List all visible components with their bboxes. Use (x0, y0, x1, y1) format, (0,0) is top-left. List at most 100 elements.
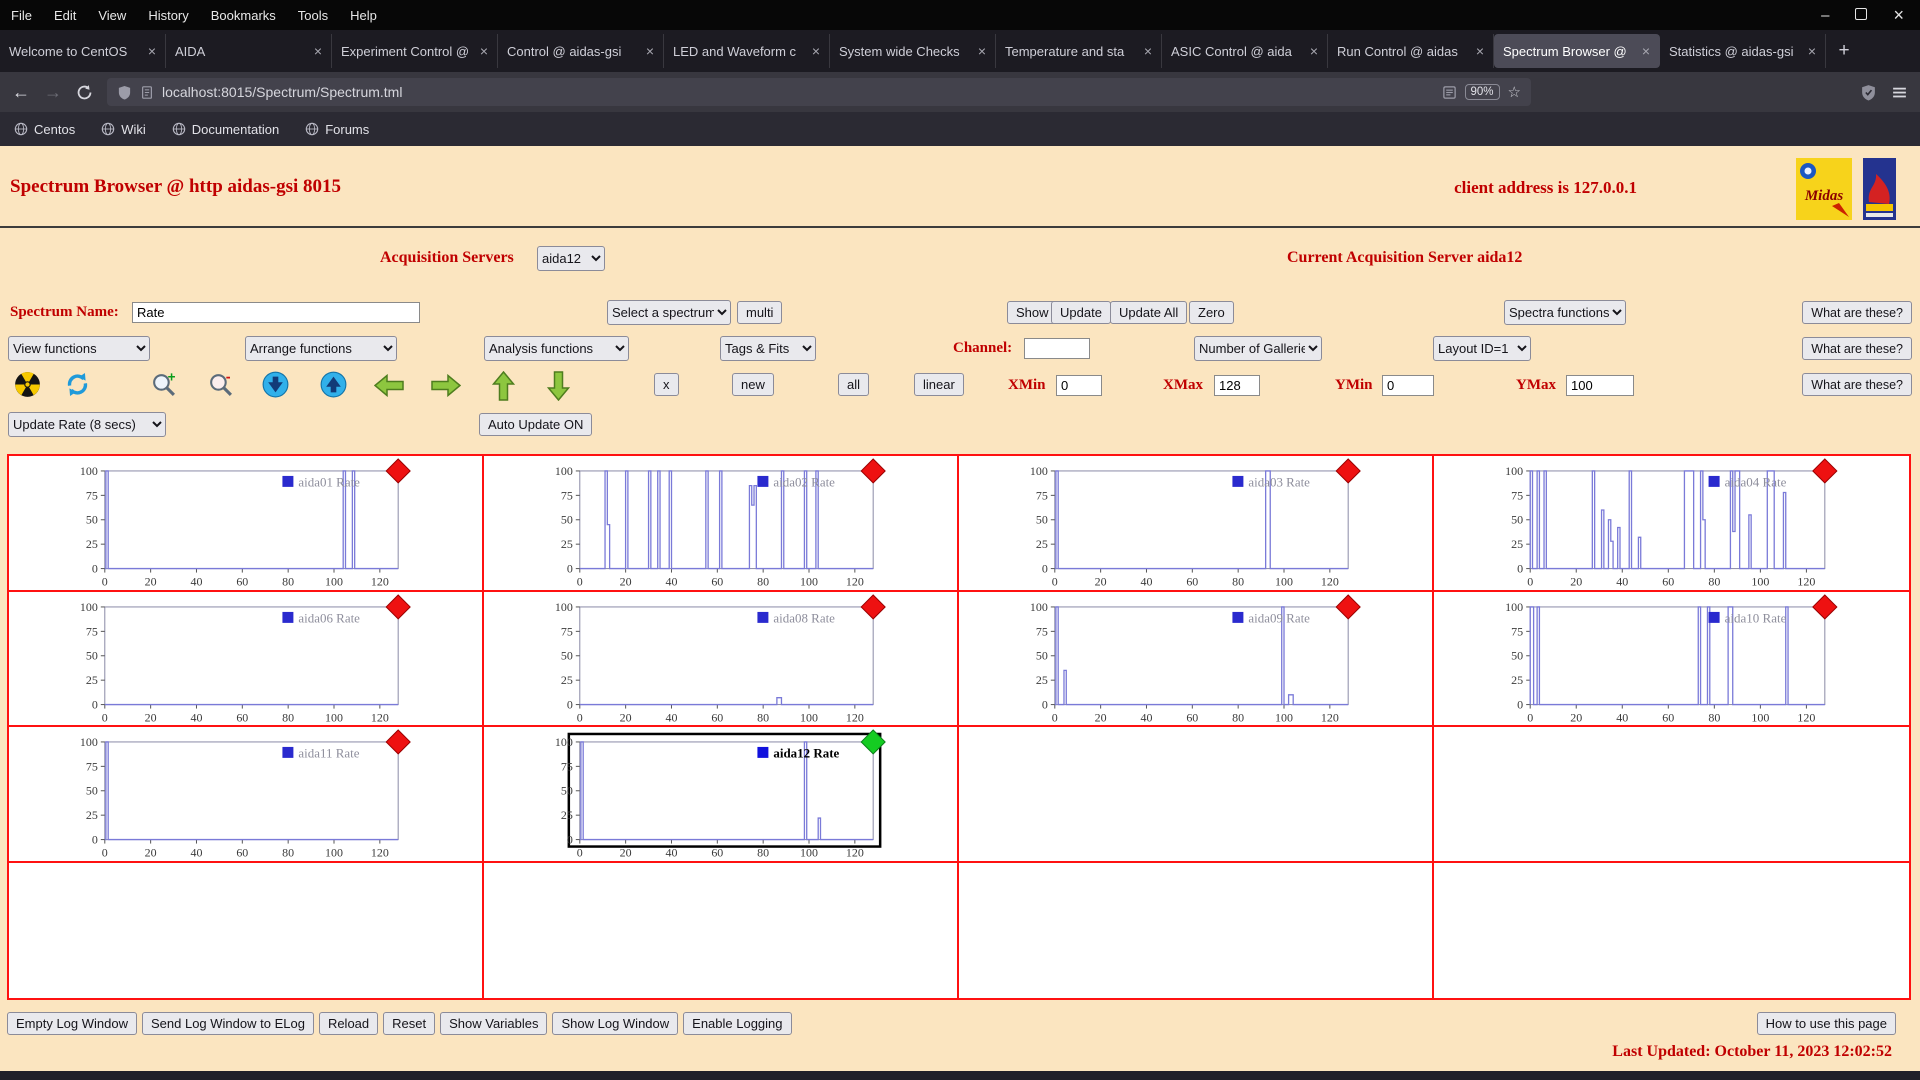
arrow-up-icon[interactable] (491, 370, 516, 401)
maximize-button[interactable] (1855, 7, 1868, 23)
scale-up-icon[interactable] (320, 371, 347, 398)
gallery-cell-aida08-rate[interactable]: 0 25 50 75 100 0 20 40 60 80 100 120 aida08 Rate (484, 591, 959, 727)
back-button[interactable]: ← (12, 83, 30, 101)
spectrum-chart[interactable]: 0 25 50 75 100 0 20 40 60 80 100 120 aida12 Rate (484, 727, 957, 861)
tab-control-aidas-gsi[interactable]: Control @ aidas-gsi × (498, 34, 664, 68)
zero-button[interactable]: Zero (1189, 301, 1234, 324)
site-info-icon[interactable] (140, 85, 154, 100)
gallery-cell-aida03-rate[interactable]: 0 25 50 75 100 0 20 40 60 80 100 120 aida03 Rate (959, 456, 1434, 592)
ymin-input[interactable] (1382, 375, 1434, 396)
channel-input[interactable] (1024, 338, 1090, 359)
menu-hamburger-icon[interactable] (1891, 84, 1908, 101)
send-log-window-to-elog-button[interactable]: Send Log Window to ELog (142, 1012, 314, 1035)
arrow-down-icon[interactable] (546, 371, 571, 402)
radiation-icon[interactable] (14, 371, 41, 398)
arrow-right-icon[interactable] (431, 373, 462, 398)
gallery-cell-aida10-rate[interactable]: 0 25 50 75 100 0 20 40 60 80 100 120 aida10 Rate (1434, 591, 1909, 727)
new-tab-button[interactable]: + (1826, 40, 1862, 62)
refresh-icon[interactable] (64, 371, 91, 398)
bookmark-documentation[interactable]: Documentation (172, 122, 279, 137)
tab-close-icon[interactable]: × (1476, 43, 1484, 59)
xmax-input[interactable] (1214, 375, 1260, 396)
all-button[interactable]: all (838, 373, 870, 396)
tab-led-and-waveform-c[interactable]: LED and Waveform c × (664, 34, 830, 68)
x-button[interactable]: x (654, 373, 679, 396)
acquisition-server-select[interactable]: aida12 (537, 246, 605, 271)
gallery-cell-aida01-rate[interactable]: 0 25 50 75 100 0 20 40 60 80 100 120 aida01 Rate (9, 456, 484, 592)
multi-button[interactable]: multi (737, 301, 783, 324)
auto-update-button[interactable]: Auto Update ON (479, 413, 593, 436)
xmin-input[interactable] (1056, 375, 1102, 396)
menu-view[interactable]: View (87, 8, 137, 23)
empty-log-window-button[interactable]: Empty Log Window (7, 1012, 137, 1035)
tracking-protection-icon[interactable] (117, 85, 132, 100)
gallery-cell-aida12-rate[interactable]: 0 25 50 75 100 0 20 40 60 80 100 120 aida12 Rate (484, 727, 959, 863)
forward-button[interactable]: → (44, 83, 62, 101)
gallery-cell-aida02-rate[interactable]: 0 25 50 75 100 0 20 40 60 80 100 120 aida02 Rate (484, 456, 959, 592)
view-functions-dropdown[interactable]: View functions (8, 336, 150, 361)
bookmark-wiki[interactable]: Wiki (101, 122, 146, 137)
tab-close-icon[interactable]: × (812, 43, 820, 59)
update-all-button[interactable]: Update All (1110, 301, 1188, 324)
tab-temperature-and-sta[interactable]: Temperature and sta × (996, 34, 1162, 68)
select-spectrum-dropdown[interactable]: Select a spectrum (607, 300, 731, 325)
layout-id-dropdown[interactable]: Layout ID=1 (1433, 336, 1531, 361)
arrange-functions-dropdown[interactable]: Arrange functions (245, 336, 397, 361)
spectrum-chart[interactable]: 0 25 50 75 100 0 20 40 60 80 100 120 aida01 Rate (9, 456, 482, 590)
zoom-indicator[interactable]: 90% (1464, 84, 1500, 100)
linear-button[interactable]: linear (914, 373, 964, 396)
scale-down-icon[interactable] (262, 371, 289, 398)
tab-asic-control-aida[interactable]: ASIC Control @ aida × (1162, 34, 1328, 68)
spectrum-chart[interactable]: 0 25 50 75 100 0 20 40 60 80 100 120 aida04 Rate (1434, 456, 1909, 590)
gallery-cell-aida11-rate[interactable]: 0 25 50 75 100 0 20 40 60 80 100 120 aida11 Rate (9, 727, 484, 863)
menu-file[interactable]: File (0, 8, 43, 23)
tab-statistics-aidas-gsi[interactable]: Statistics @ aidas-gsi × (1660, 34, 1826, 68)
what-are-these-button-1[interactable]: What are these? (1802, 301, 1912, 324)
bookmark-forums[interactable]: Forums (305, 122, 369, 137)
what-are-these-button-3[interactable]: What are these? (1802, 373, 1912, 396)
menu-history[interactable]: History (137, 8, 199, 23)
tab-close-icon[interactable]: × (480, 43, 488, 59)
tab-close-icon[interactable]: × (314, 43, 322, 59)
number-of-galleries-dropdown[interactable]: Number of Galleries (1194, 336, 1322, 361)
spectrum-chart[interactable]: 0 25 50 75 100 0 20 40 60 80 100 120 aida10 Rate (1434, 592, 1909, 726)
zoom-out-icon[interactable]: - (207, 369, 234, 398)
update-button[interactable]: Update (1051, 301, 1111, 324)
spectrum-chart[interactable]: 0 25 50 75 100 0 20 40 60 80 100 120 aida08 Rate (484, 592, 957, 726)
menu-bookmarks[interactable]: Bookmarks (200, 8, 287, 23)
spectrum-chart[interactable]: 0 25 50 75 100 0 20 40 60 80 100 120 aida06 Rate (9, 592, 482, 726)
tab-system-wide-checks[interactable]: System wide Checks × (830, 34, 996, 68)
url-text[interactable]: localhost:8015/Spectrum/Spectrum.tml (162, 84, 1434, 100)
minimize-button[interactable]: – (1821, 8, 1829, 23)
tab-close-icon[interactable]: × (1144, 43, 1152, 59)
tab-aida[interactable]: AIDA × (166, 34, 332, 68)
analysis-functions-dropdown[interactable]: Analysis functions (484, 336, 629, 361)
enable-logging-button[interactable]: Enable Logging (683, 1012, 792, 1035)
tab-welcome-to-centos[interactable]: Welcome to CentOS × (0, 34, 166, 68)
spectrum-name-input[interactable] (132, 302, 420, 323)
tab-close-icon[interactable]: × (1310, 43, 1318, 59)
tab-close-icon[interactable]: × (1808, 43, 1816, 59)
tab-experiment-control[interactable]: Experiment Control @ × (332, 34, 498, 68)
gallery-cell-aida04-rate[interactable]: 0 25 50 75 100 0 20 40 60 80 100 120 aida04 Rate (1434, 456, 1909, 592)
reload-button[interactable] (76, 84, 93, 101)
new-button[interactable]: new (732, 373, 774, 396)
update-rate-dropdown[interactable]: Update Rate (8 secs) (8, 412, 166, 437)
show-variables-button[interactable]: Show Variables (440, 1012, 548, 1035)
menu-edit[interactable]: Edit (43, 8, 87, 23)
show-button[interactable]: Show (1007, 301, 1058, 324)
tab-close-icon[interactable]: × (148, 43, 156, 59)
reader-mode-icon[interactable] (1442, 85, 1457, 100)
how-to-use-button[interactable]: How to use this page (1756, 1012, 1896, 1035)
tab-spectrum-browser[interactable]: Spectrum Browser @ × (1494, 34, 1660, 68)
close-button[interactable]: × (1893, 6, 1904, 24)
gallery-cell-aida06-rate[interactable]: 0 25 50 75 100 0 20 40 60 80 100 120 aida06 Rate (9, 591, 484, 727)
bookmark-centos[interactable]: Centos (14, 122, 75, 137)
ymax-input[interactable] (1566, 375, 1634, 396)
tags-fits-dropdown[interactable]: Tags & Fits (720, 336, 816, 361)
reset-button[interactable]: Reset (383, 1012, 436, 1035)
tab-close-icon[interactable]: × (1642, 43, 1650, 59)
tab-close-icon[interactable]: × (646, 43, 654, 59)
spectrum-chart[interactable]: 0 25 50 75 100 0 20 40 60 80 100 120 aida03 Rate (959, 456, 1432, 590)
menu-tools[interactable]: Tools (287, 8, 339, 23)
